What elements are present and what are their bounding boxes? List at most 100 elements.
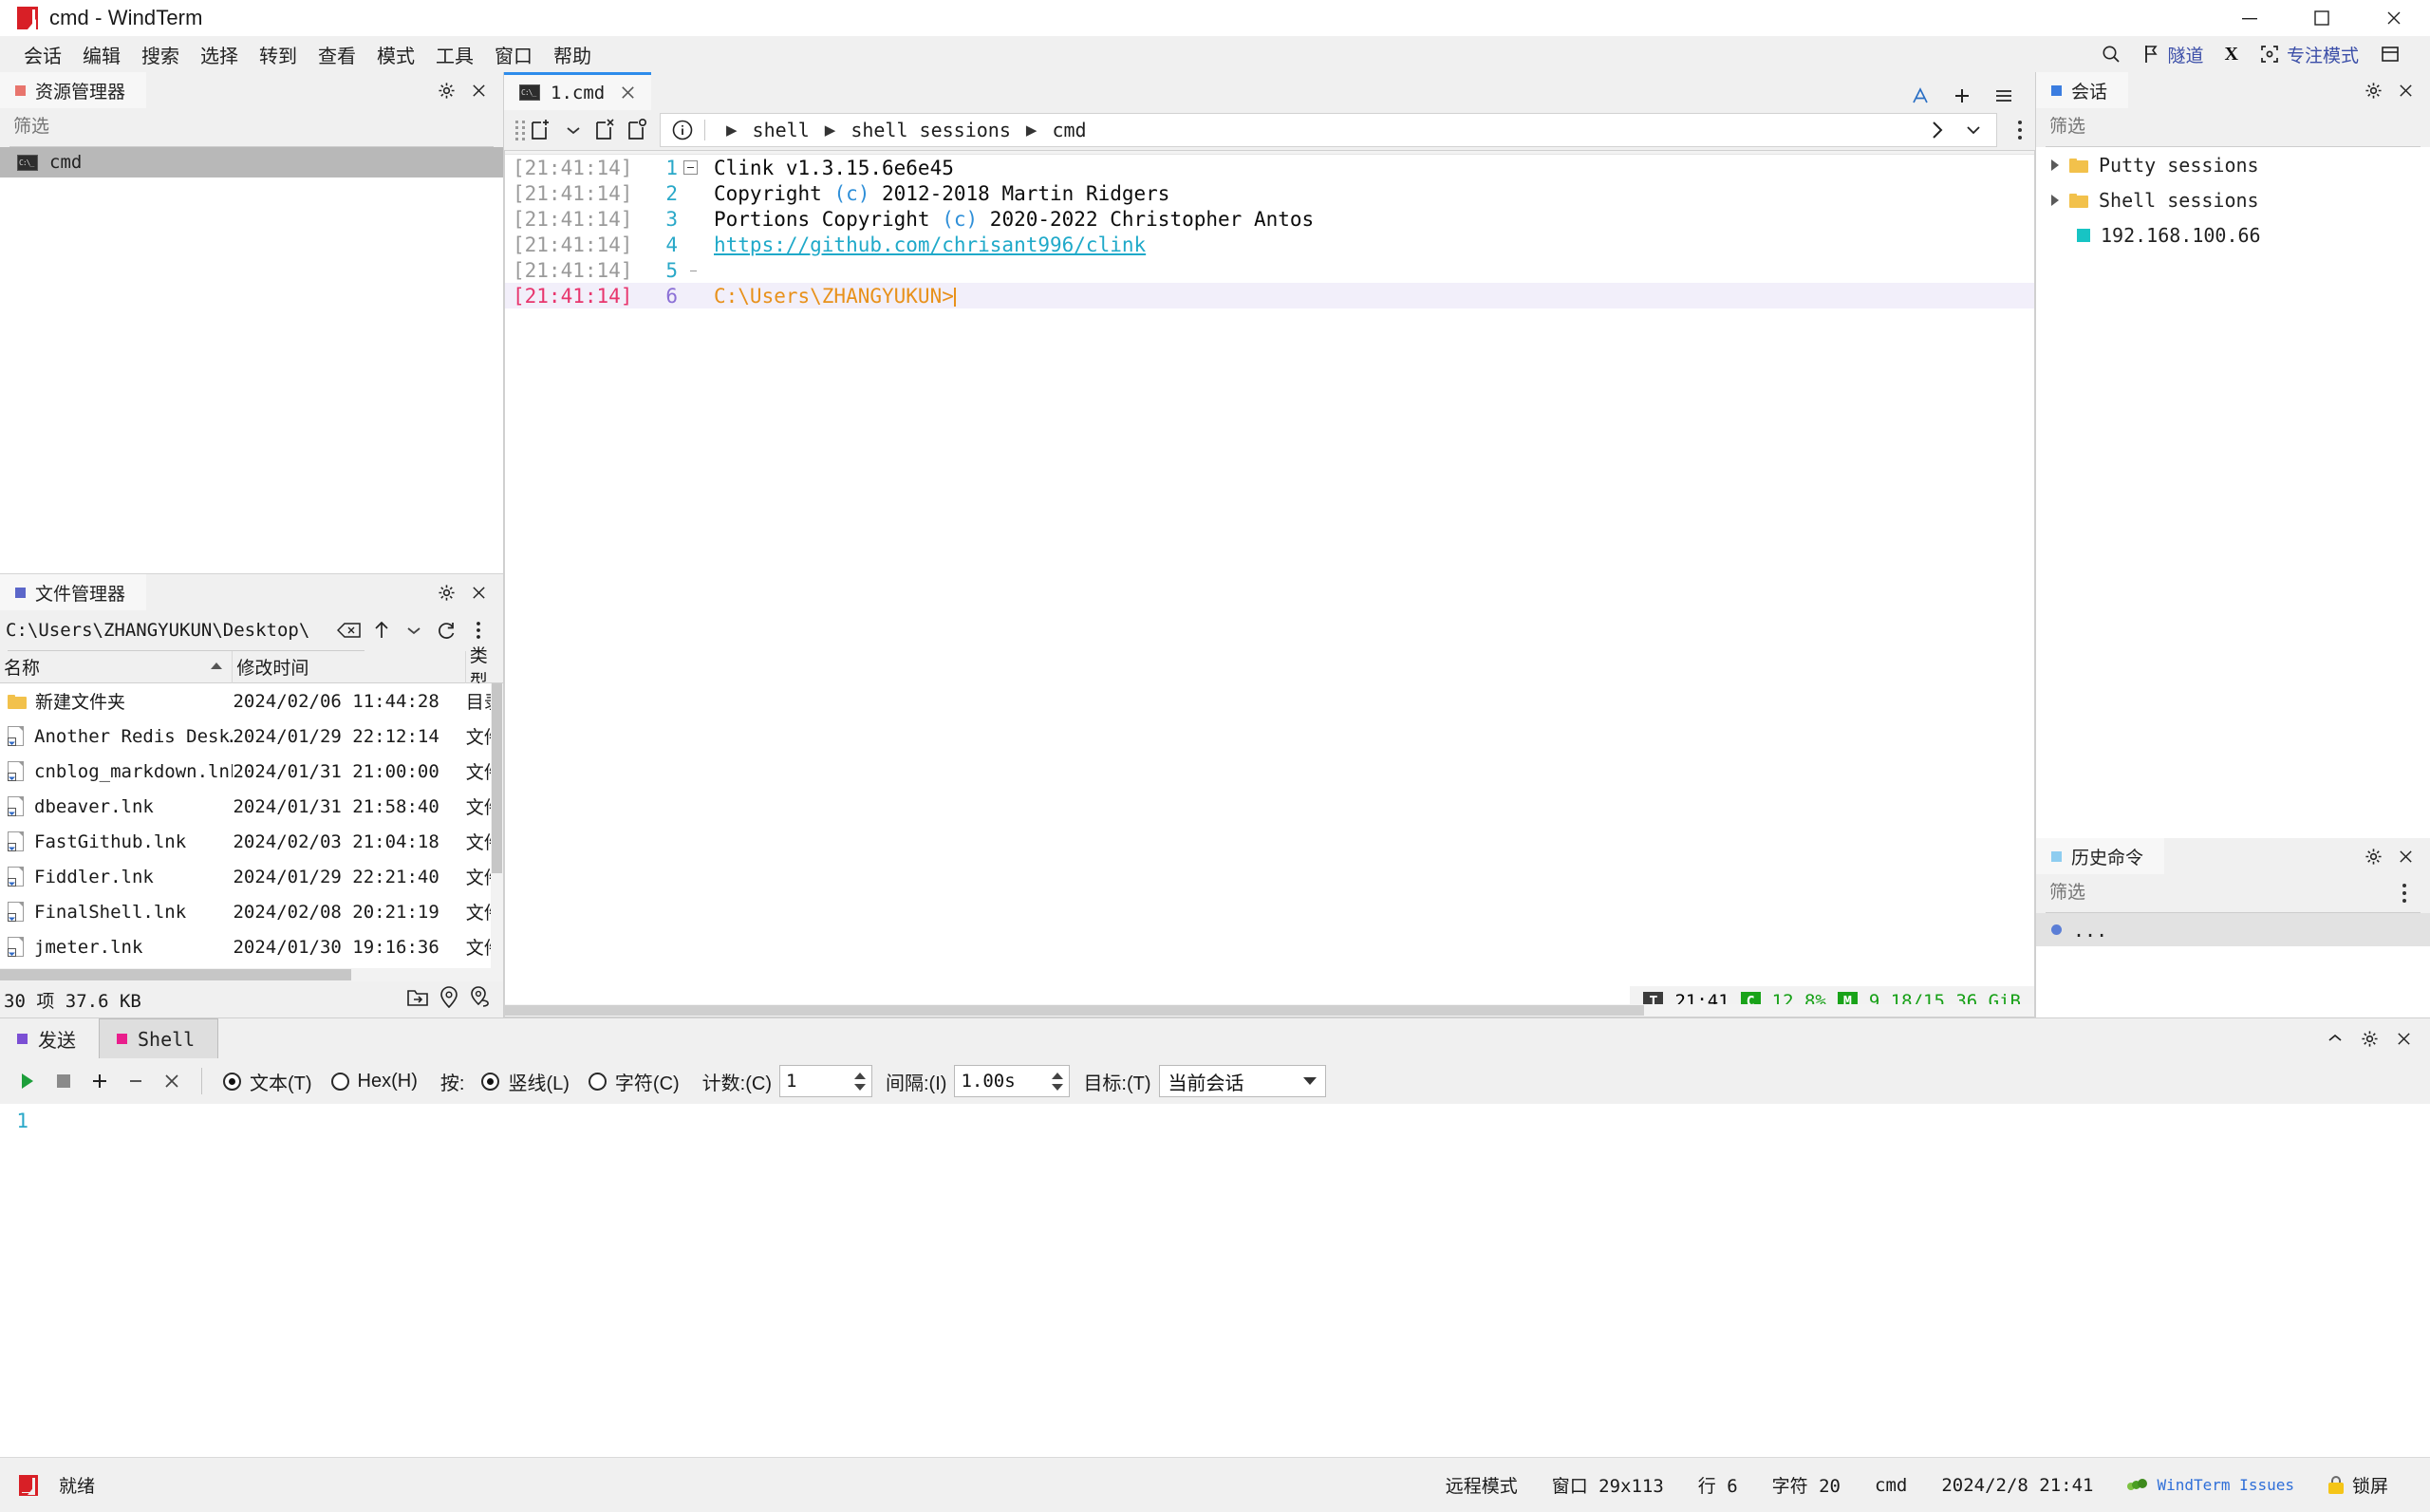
status-row[interactable]: 行 6 [1681,1472,1755,1498]
maximize-button[interactable] [2286,0,2358,36]
new-session-dropdown[interactable] [557,114,589,146]
terminal-output[interactable]: [21:41:14] 1 Clink v1.3.15.6e6e45 [21:41… [505,155,2034,1004]
send-remove-button[interactable] [118,1063,154,1099]
status-remote-mode[interactable]: 远程模式 [1429,1472,1535,1498]
menu-window[interactable]: 窗口 [484,37,543,72]
session-info-button[interactable] [666,114,699,146]
list-item[interactable]: ... [2036,913,2430,946]
menu-tools[interactable]: 工具 [425,37,484,72]
menu-select[interactable]: 选择 [190,37,249,72]
target-select[interactable]: 当前会话 [1158,1065,1326,1097]
table-row[interactable]: FastGithub.lnk 2024/02/03 21:04:18 文件 [0,824,503,859]
breadcrumb-next-icon[interactable] [1920,114,1954,146]
table-row[interactable]: jmeter.lnk 2024/01/30 19:16:36 文件 [0,929,503,964]
filemanager-horizontal-scrollbar[interactable] [0,968,503,981]
radio-hex-mode[interactable]: Hex(H) [322,1071,427,1092]
menu-goto[interactable]: 转到 [249,37,308,72]
breadcrumb-item-shell[interactable]: shell [747,116,815,144]
tab-menu-button[interactable] [1990,82,2018,110]
explorer-tab[interactable]: 资源管理器 [0,72,147,108]
x-button[interactable]: X [2216,39,2247,70]
history-tab[interactable]: 历史命令 [2036,838,2165,874]
column-header-modified[interactable]: 修改时间 [233,650,466,683]
sessions-close-button[interactable] [2392,77,2419,103]
chevron-right-icon[interactable] [2051,159,2059,171]
explorer-filter-input[interactable] [13,117,490,138]
explorer-settings-button[interactable] [433,77,459,103]
table-row[interactable]: dbeaver.lnk 2024/01/31 21:58:40 文件 [0,789,503,824]
menu-edit[interactable]: 编辑 [72,37,131,72]
radio-text-mode[interactable]: 文本(T) [214,1068,322,1095]
new-tab-button[interactable] [1948,82,1976,110]
open-folder-icon[interactable] [406,987,429,1013]
parent-directory-button[interactable] [366,615,397,645]
send-stop-button[interactable] [46,1063,82,1099]
refresh-button[interactable] [431,615,461,645]
history-close-button[interactable] [2392,843,2419,869]
table-row[interactable]: cnblog_markdown.lnk 2024/01/31 21:00:00 … [0,754,503,789]
history-dropdown-button[interactable] [399,615,429,645]
font-size-button[interactable] [1906,82,1935,110]
status-window-size[interactable]: 窗口 29x113 [1535,1472,1681,1498]
terminal-horizontal-scrollbar[interactable] [505,1004,2034,1017]
status-chars[interactable]: 字符 20 [1755,1472,1858,1498]
fold-toggle-icon[interactable] [678,160,702,175]
tunnel-button[interactable]: 隧道 [2134,37,2213,72]
session-folder-putty[interactable]: Putty sessions [2036,147,2430,182]
menu-view[interactable]: 查看 [308,37,366,72]
status-shell[interactable]: cmd [1858,1475,1924,1496]
table-row[interactable]: 新建文件夹 2024/02/06 11:44:28 目录 [0,683,503,719]
send-run-button[interactable] [9,1063,46,1099]
history-filter-input[interactable] [2049,883,2392,904]
interval-input[interactable] [955,1071,1047,1092]
menu-help[interactable]: 帮助 [543,37,602,72]
tab-shell[interactable]: Shell [99,1018,219,1058]
count-stepper[interactable] [779,1065,872,1097]
column-header-name[interactable]: 名称 [0,650,234,683]
count-stepper-buttons[interactable] [849,1066,871,1096]
table-row[interactable]: FinalShell.lnk 2024/02/08 20:21:19 文件 [0,894,503,929]
close-session-button[interactable] [589,114,622,146]
column-header-type[interactable]: 类型 [466,646,503,692]
filemanager-tab[interactable]: 文件管理器 [0,574,147,610]
history-settings-button[interactable] [2360,843,2386,869]
layout-button[interactable] [2371,40,2409,68]
filemanager-path-input[interactable] [6,620,332,641]
menu-mode[interactable]: 模式 [366,37,425,72]
send-clear-button[interactable] [154,1063,190,1099]
session-folder-shell[interactable]: Shell sessions [2036,182,2430,217]
explorer-close-button[interactable] [465,77,492,103]
status-datetime[interactable]: 2024/2/8 21:41 [1924,1475,2110,1496]
terminal-view[interactable]: [21:41:14] 1 Clink v1.3.15.6e6e45 [21:41… [504,150,2035,1017]
send-settings-button[interactable] [2356,1025,2383,1052]
new-session-button[interactable] [525,114,557,146]
send-add-button[interactable] [82,1063,118,1099]
search-button[interactable] [2092,39,2130,69]
filemanager-close-button[interactable] [465,579,492,606]
sessions-tab[interactable]: 会话 [2036,72,2129,108]
breadcrumb-expand-icon[interactable] [1956,114,1991,146]
send-collapse-button[interactable] [2322,1025,2348,1052]
tab-send[interactable]: 发送 [0,1018,99,1058]
count-input[interactable] [780,1071,849,1092]
chevron-right-icon[interactable] [2051,194,2059,206]
tab-close-button[interactable] [615,81,640,105]
menu-session[interactable]: 会话 [13,37,72,72]
location-path-icon[interactable] [469,986,492,1013]
reopen-session-button[interactable] [622,114,654,146]
history-more-button[interactable] [2392,880,2417,906]
send-close-button[interactable] [2390,1025,2417,1052]
interval-stepper-buttons[interactable] [1046,1066,1069,1096]
filemanager-vertical-scrollbar[interactable] [491,683,503,968]
breadcrumb-item-shell-sessions[interactable]: shell sessions [845,116,1017,144]
status-issues-link[interactable]: WindTerm Issues [2110,1476,2311,1494]
terminal-link[interactable]: https://github.com/chrisant996/clink [702,233,1146,256]
interval-stepper[interactable] [954,1065,1071,1097]
location-pin-icon[interactable] [440,986,458,1013]
tab-1-cmd[interactable]: 1.cmd [504,72,652,110]
close-button[interactable] [2358,0,2430,36]
send-editor-text[interactable] [38,1104,2430,1457]
status-lock-button[interactable]: 锁屏 [2311,1472,2405,1498]
explorer-item-cmd[interactable]: cmd [0,147,503,177]
terminal-more-button[interactable] [2005,113,2035,147]
